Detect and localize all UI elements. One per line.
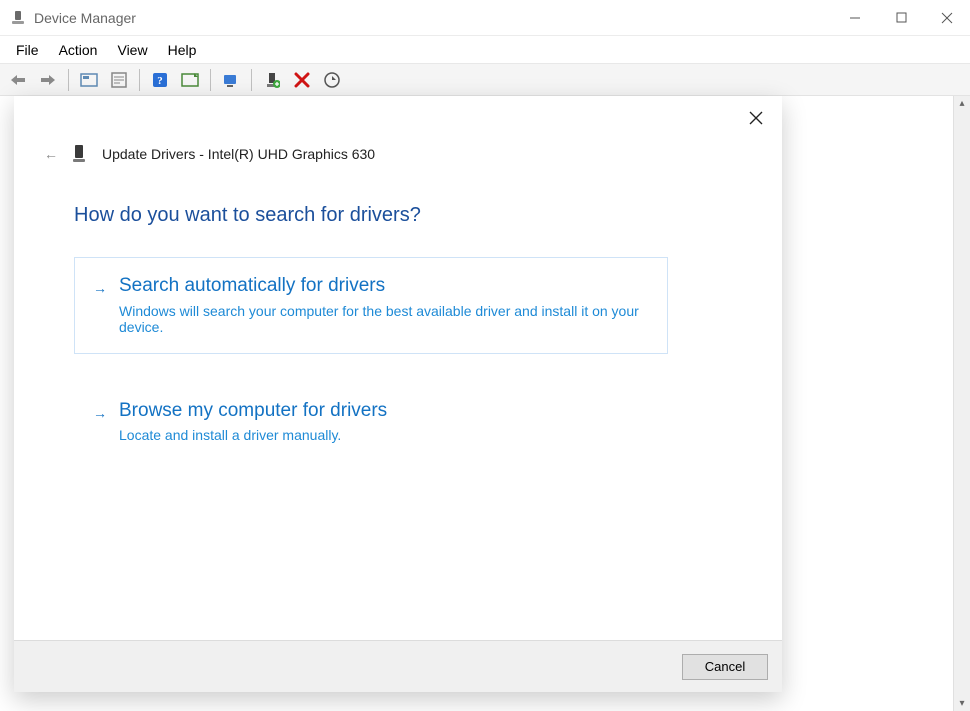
arrow-right-icon: →	[93, 274, 107, 335]
update-drivers-dialog: ← Update Drivers - Intel(R) UHD Graphics…	[14, 96, 782, 692]
scan-changes-icon[interactable]	[318, 67, 346, 93]
device-manager-titlebar: Device Manager	[0, 0, 970, 36]
dialog-title: Update Drivers - Intel(R) UHD Graphics 6…	[102, 146, 375, 162]
properties-icon[interactable]	[105, 67, 133, 93]
minimize-button[interactable]	[832, 0, 878, 36]
display-adapter-icon	[72, 144, 88, 164]
back-button[interactable]	[4, 67, 32, 93]
option-search-automatically[interactable]: → Search automatically for drivers Windo…	[74, 257, 668, 354]
window-title: Device Manager	[34, 10, 832, 26]
forward-button[interactable]	[34, 67, 62, 93]
dialog-heading: How do you want to search for drivers?	[14, 174, 782, 257]
scroll-up-icon[interactable]: ▴	[959, 98, 964, 109]
dialog-footer: Cancel	[14, 640, 782, 692]
option-description: Locate and install a driver manually.	[119, 427, 639, 443]
option-browse-computer[interactable]: → Browse my computer for drivers Locate …	[74, 382, 668, 463]
menu-bar: File Action View Help	[0, 36, 970, 64]
arrow-right-icon: →	[93, 399, 107, 444]
menu-view[interactable]: View	[107, 38, 157, 62]
menu-action[interactable]: Action	[49, 38, 108, 62]
toolbar-separator	[68, 69, 69, 91]
vertical-scrollbar[interactable]: ▴ ▾	[953, 96, 970, 711]
window-close-button[interactable]	[924, 0, 970, 36]
help-icon[interactable]: ?	[146, 67, 174, 93]
dialog-close-button[interactable]	[742, 104, 770, 132]
scan-hardware-icon[interactable]	[176, 67, 204, 93]
menu-file[interactable]: File	[6, 38, 49, 62]
scroll-down-icon[interactable]: ▾	[959, 698, 964, 709]
enable-device-icon[interactable]	[258, 67, 286, 93]
update-driver-icon[interactable]	[217, 67, 245, 93]
cancel-button[interactable]: Cancel	[682, 654, 768, 680]
uninstall-device-icon[interactable]	[288, 67, 316, 93]
option-title: Search automatically for drivers	[119, 274, 647, 299]
maximize-button[interactable]	[878, 0, 924, 36]
option-title: Browse my computer for drivers	[119, 399, 647, 424]
device-manager-icon	[10, 10, 26, 26]
toolbar-separator	[210, 69, 211, 91]
svg-text:?: ?	[157, 75, 163, 87]
option-description: Windows will search your computer for th…	[119, 303, 639, 335]
toolbar: ?	[0, 64, 970, 96]
toolbar-separator	[251, 69, 252, 91]
show-hidden-icon[interactable]	[75, 67, 103, 93]
wizard-back-icon[interactable]: ←	[44, 146, 58, 162]
menu-help[interactable]: Help	[158, 38, 207, 62]
toolbar-separator	[139, 69, 140, 91]
